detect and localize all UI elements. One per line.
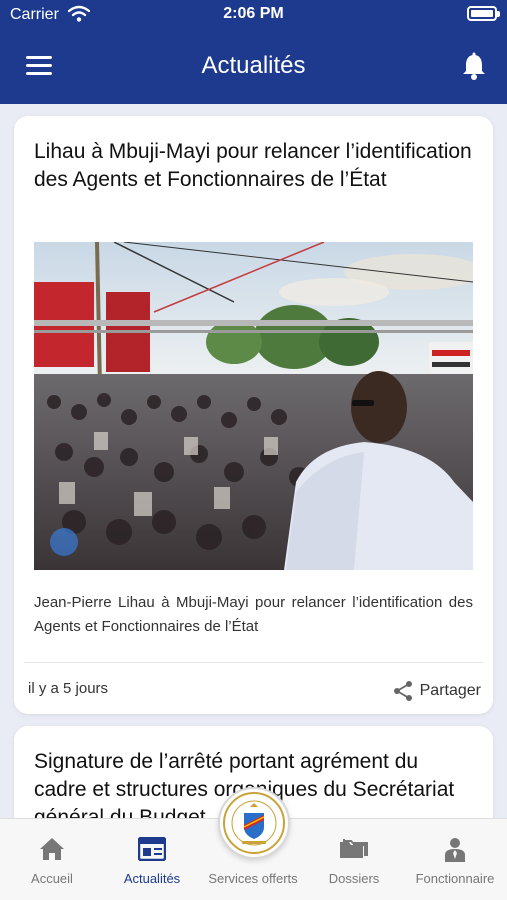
folders-icon bbox=[340, 839, 368, 858]
tab-dossiers[interactable]: Dossiers bbox=[304, 819, 404, 900]
home-icon bbox=[40, 838, 64, 860]
battery-icon bbox=[467, 6, 500, 21]
bell-icon[interactable] bbox=[461, 52, 487, 80]
tab-label: Fonctionnaire bbox=[415, 871, 495, 886]
news-card[interactable]: Lihau à Mbuji-Mayi pour relancer l’ident… bbox=[14, 116, 493, 714]
divider bbox=[24, 662, 483, 663]
share-icon bbox=[393, 681, 412, 701]
services-offerts-button[interactable] bbox=[218, 787, 290, 859]
tab-label: Accueil bbox=[31, 871, 73, 886]
tab-label: Services offerts bbox=[208, 871, 298, 886]
article-photo bbox=[34, 242, 473, 570]
page-title: Actualités bbox=[201, 52, 306, 79]
tab-actualites[interactable]: Actualités bbox=[102, 819, 202, 900]
share-button[interactable]: Partager bbox=[392, 680, 481, 702]
person-icon bbox=[445, 838, 465, 862]
article-date: il y a 5 jours bbox=[28, 680, 109, 697]
status-bar: Carrier 2:06 PM bbox=[0, 0, 507, 30]
news-icon bbox=[138, 837, 166, 861]
status-time: 2:06 PM bbox=[223, 5, 284, 22]
tab-label: Dossiers bbox=[328, 871, 380, 886]
share-label: Partager bbox=[419, 682, 481, 699]
tab-accueil[interactable]: Accueil bbox=[2, 819, 102, 900]
news-feed[interactable]: Lihau à Mbuji-Mayi pour relancer l’ident… bbox=[0, 104, 507, 818]
tab-fonctionnaire[interactable]: Fonctionnaire bbox=[405, 819, 505, 900]
article-description: Jean-Pierre Lihau à Mbuji-Mayi pour rela… bbox=[34, 594, 473, 635]
app-header: Carrier 2:06 PM Actualités bbox=[0, 0, 507, 104]
article-title: Lihau à Mbuji-Mayi pour relancer l’ident… bbox=[34, 140, 472, 191]
tab-label: Actualités bbox=[123, 871, 181, 886]
government-emblem-icon bbox=[223, 792, 285, 854]
